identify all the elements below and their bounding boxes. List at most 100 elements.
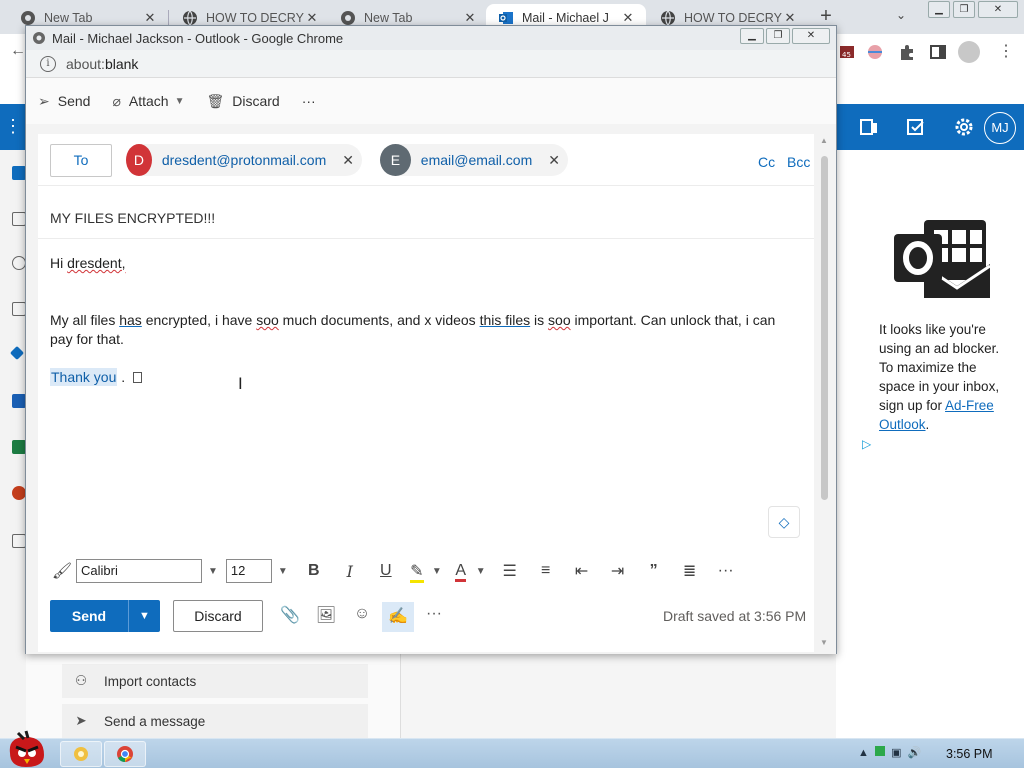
italic-icon[interactable]: I (332, 562, 368, 581)
attachment-icon[interactable] (12, 302, 26, 316)
command-send-button[interactable]: ➢ Send (38, 93, 90, 110)
word-icon[interactable] (12, 394, 26, 408)
back-arrow-icon[interactable]: ← (10, 42, 26, 60)
gear-icon[interactable] (953, 116, 975, 138)
command-discard-button[interactable]: 🗑 Discard (206, 93, 279, 110)
scroll-down-icon[interactable]: ▼ (820, 638, 828, 647)
scrollbar-thumb[interactable] (821, 156, 828, 500)
kebab-menu-icon[interactable]: ⋮ (998, 41, 1014, 61)
tasks-icon[interactable] (905, 116, 927, 138)
puzzle-icon[interactable] (898, 43, 916, 61)
restore-button[interactable]: ❐ (953, 1, 975, 18)
start-angry-bird-icon[interactable] (4, 729, 48, 768)
send-message-item[interactable]: ➤ Send a message (62, 704, 368, 738)
numbering-icon[interactable]: ≡ (528, 562, 564, 580)
excel-icon[interactable] (12, 440, 26, 454)
extension-icon[interactable] (866, 43, 884, 61)
quote-icon[interactable]: ” (636, 562, 672, 580)
image-icon[interactable]: 🖼 (314, 605, 338, 629)
chevron-down-icon[interactable]: ▼ (278, 566, 288, 577)
popup-close-button[interactable]: ✕ (792, 28, 830, 44)
taskbar-explorer-button[interactable] (60, 741, 102, 767)
chevron-down-icon[interactable]: ▼ (129, 610, 160, 622)
emoji-icon[interactable]: ☺ (350, 605, 374, 629)
cc-link[interactable]: Cc (758, 154, 775, 170)
command-more-button[interactable]: ··· (302, 93, 316, 109)
highlight-icon[interactable]: ✎ (404, 561, 430, 583)
send-button[interactable]: Send ▼ (50, 600, 160, 632)
paperclip-icon[interactable]: 📎 (278, 605, 302, 629)
font-name-select[interactable]: Calibri (76, 559, 202, 583)
todo-icon[interactable] (9, 345, 25, 361)
chevron-down-icon[interactable]: ▼ (208, 566, 218, 577)
outlook-icon (499, 12, 513, 24)
popup-minimize-button[interactable]: ▁ (740, 28, 764, 44)
scroll-up-icon[interactable]: ▲ (820, 136, 828, 145)
close-icon[interactable]: ✕ (462, 10, 478, 26)
ad-panel: It looks like you're using an ad blocker… (836, 150, 1024, 738)
premium-diamond-button[interactable]: ◇ (768, 506, 800, 538)
info-icon[interactable]: i (40, 55, 56, 72)
adblock-end: . (925, 417, 930, 432)
to-button[interactable]: To (50, 144, 112, 177)
teams-icon[interactable] (858, 116, 880, 138)
profile-avatar[interactable] (958, 41, 980, 63)
taskbar-chrome-button[interactable] (104, 741, 146, 767)
extension-icon[interactable]: 45 (838, 43, 856, 61)
system-tray[interactable]: ▲ ▣ 🔊 (858, 746, 921, 759)
formatting-toolbar: 🖌 Calibri ▼ 12 ▼ B I U ✎ ▼ A ▼ ☰ ≡ ⇤ ⇥ ”… (38, 550, 814, 592)
more-options-button[interactable]: ··· (422, 605, 446, 629)
font-size-select[interactable]: 12 (225, 559, 272, 583)
remove-recipient-icon[interactable]: ✕ (342, 152, 354, 169)
body-greeting[interactable]: Hi dresdent, (50, 254, 790, 273)
folder-icon (74, 747, 88, 761)
editor-icon[interactable]: ✍ (382, 602, 414, 632)
people-icon[interactable] (12, 256, 26, 270)
bcc-link[interactable]: Bcc (787, 154, 810, 170)
chevron-down-icon[interactable]: ▼ (476, 566, 486, 577)
subject-field[interactable]: MY FILES ENCRYPTED!!! (50, 210, 215, 226)
close-icon[interactable]: ✕ (142, 10, 158, 26)
tab-title: New Tab (44, 11, 93, 25)
powerpoint-icon[interactable] (12, 486, 26, 500)
format-painter-icon[interactable]: 🖌 (48, 561, 76, 581)
bullets-icon[interactable]: ☰ (492, 561, 528, 581)
user-avatar[interactable]: MJ (984, 112, 1016, 144)
chevron-down-icon[interactable]: ▼ (432, 566, 442, 577)
increase-indent-icon[interactable]: ⇥ (600, 561, 636, 581)
close-icon[interactable]: ✕ (304, 10, 320, 26)
app-launcher-icon[interactable]: ⋮ (4, 116, 22, 137)
recipient-chip[interactable]: D dresdent@protonmail.com ✕ (126, 144, 362, 176)
draft-status: Draft saved at 3:56 PM (663, 608, 807, 624)
body-paragraph[interactable]: My all files has encrypted, i have soo m… (50, 311, 790, 349)
adchoices-icon[interactable]: ▷ (862, 437, 871, 451)
close-window-button[interactable]: ✕ (978, 1, 1018, 18)
thank-tail: . (117, 369, 126, 385)
remove-recipient-icon[interactable]: ✕ (548, 152, 560, 169)
popup-restore-button[interactable]: ❐ (766, 28, 790, 44)
unknown-glyph-icon (133, 372, 143, 383)
compose-scrollbar[interactable]: ▲ ▼ (819, 136, 831, 650)
mail-icon[interactable] (12, 166, 26, 180)
command-attach-button[interactable]: ⌀ Attach ▼ (112, 93, 184, 110)
underline-icon[interactable]: U (368, 562, 404, 580)
minimize-button[interactable]: ▁ (928, 1, 950, 18)
discard-button[interactable]: Discard (173, 600, 263, 632)
tab-search-button[interactable]: ⌄ (896, 8, 906, 22)
sidepanel-icon[interactable] (929, 43, 947, 61)
close-icon[interactable]: ✕ (782, 10, 798, 26)
more-formatting-icon[interactable]: ··· (708, 562, 744, 580)
font-color-icon[interactable]: A (448, 562, 474, 582)
decrease-indent-icon[interactable]: ⇤ (564, 561, 600, 581)
apps-icon[interactable] (12, 534, 26, 548)
close-icon[interactable]: ✕ (620, 10, 636, 26)
svg-text:45: 45 (842, 51, 851, 59)
align-icon[interactable]: ≣ (672, 561, 708, 581)
import-contacts-item[interactable]: ⚇ Import contacts (62, 664, 368, 698)
body-signoff[interactable]: Thank you . (50, 368, 790, 387)
popup-address-bar[interactable]: i about: blank (26, 50, 836, 78)
taskbar-clock[interactable]: 3:56 PM (946, 747, 993, 761)
bold-icon[interactable]: B (296, 562, 332, 580)
calendar-icon[interactable] (12, 212, 26, 226)
recipient-chip[interactable]: E email@email.com ✕ (380, 144, 568, 176)
